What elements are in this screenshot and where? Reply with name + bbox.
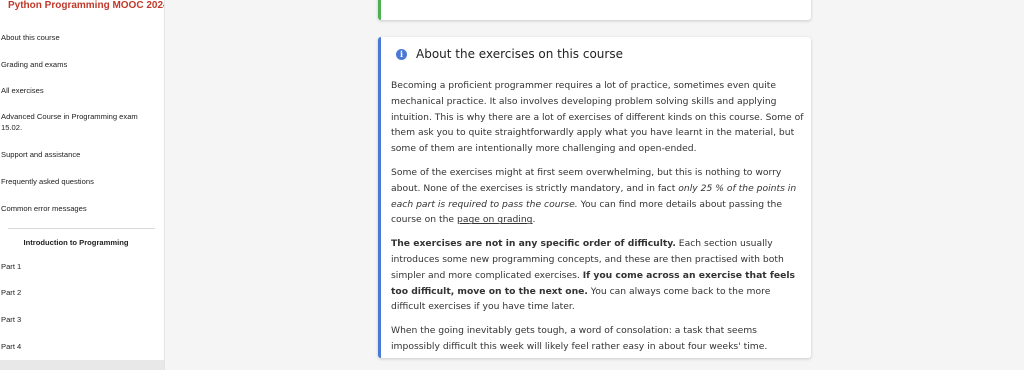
course-brand[interactable]: Python Programming MOOC 2024 [8, 0, 164, 11]
sidebar-section-heading: Introduction to Programming [23, 238, 129, 247]
strong-text: The exercises are not in any specific or… [391, 238, 676, 250]
info-box: i About the exercises on this course Bec… [378, 37, 811, 358]
sidebar-item-about[interactable]: About this course [1, 32, 161, 43]
sidebar-item-support[interactable]: Support and assistance [1, 149, 161, 160]
sidebar-divider [8, 228, 155, 229]
paragraph-consolation: When the going inevitably gets tough, a … [391, 325, 768, 352]
sidebar-item-part-2[interactable]: Part 2 [1, 287, 161, 298]
info-icon: i [396, 48, 407, 60]
sidebar-item-faq[interactable]: Frequently asked questions [1, 176, 161, 187]
sidebar-item-all-exercises[interactable]: All exercises [1, 85, 161, 96]
sidebar: Python Programming MOOC 2024 About this … [0, 0, 165, 370]
grading-page-link[interactable]: page on grading [457, 214, 533, 225]
sidebar-item-part-5-active[interactable] [0, 360, 164, 370]
paragraph-overwhelming: Some of the exercises might at first see… [391, 165, 806, 228]
sidebar-item-errors[interactable]: Common error messages [1, 203, 161, 214]
info-box-header: i About the exercises on this course [396, 46, 623, 62]
info-box-title: About the exercises on this course [416, 47, 623, 61]
paragraph-difficulty: The exercises are not in any specific or… [391, 236, 806, 315]
sidebar-item-part-1[interactable]: Part 1 [1, 261, 161, 272]
sidebar-item-grading[interactable]: Grading and exams [1, 59, 161, 70]
paragraph-practice: Becoming a proficient programmer require… [391, 80, 804, 155]
previous-card [378, 0, 811, 20]
sidebar-item-part-3[interactable]: Part 3 [1, 314, 161, 325]
sidebar-item-advanced-exam[interactable]: Advanced Course in Programming exam 15.0… [1, 111, 151, 133]
info-box-content: Becoming a proficient programmer require… [391, 78, 806, 363]
text-segment: . [532, 214, 536, 226]
sidebar-item-part-4[interactable]: Part 4 [1, 341, 161, 352]
